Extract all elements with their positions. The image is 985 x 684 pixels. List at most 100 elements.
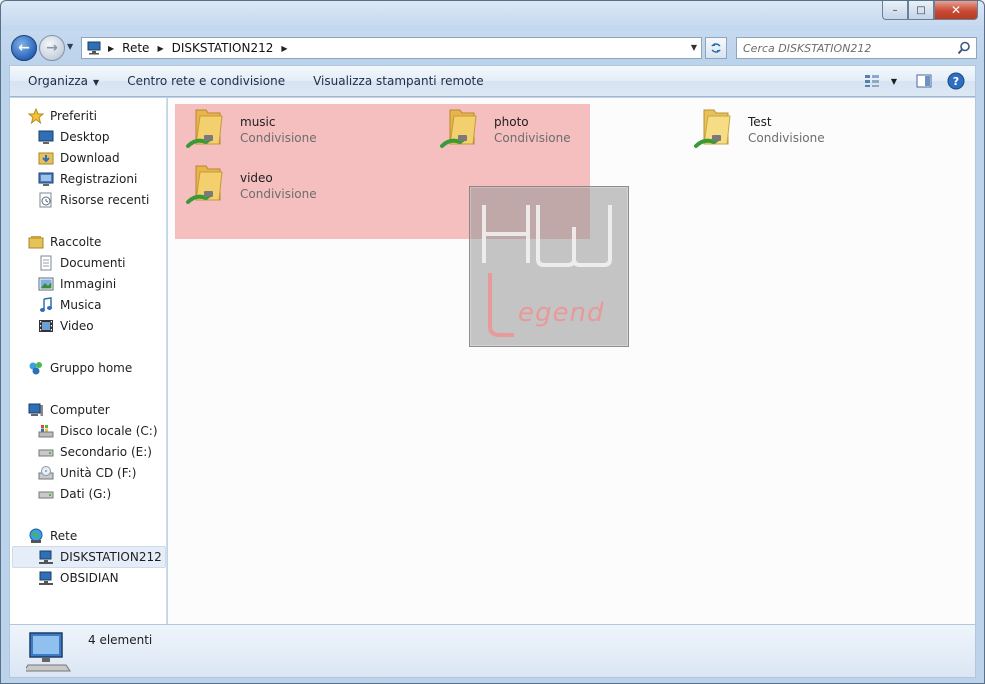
sidebar-item-label: Disco locale (C:) [60,424,158,438]
recent-places-icon [39,192,52,208]
share-item-video[interactable]: video Condivisione [186,160,317,208]
command-bar: Organizza ▼ Centro rete e condivisione Vi… [9,65,976,97]
sidebar-item-label: Unità CD (F:) [60,466,137,480]
sidebar-item-label: Desktop [60,130,110,144]
help-icon[interactable]: ? [947,72,965,90]
refresh-button[interactable] [705,37,727,59]
share-name: photo [494,115,529,129]
sidebar-item-label: Download [60,151,120,165]
item-count: 4 elementi [88,633,153,647]
view-options-chevron-down-icon[interactable]: ▼ [889,72,899,90]
svg-text:egend: egend [518,298,604,328]
sidebar-item-drive-g[interactable]: Dati (G:) [38,486,111,502]
network-computer-icon [39,571,53,585]
computer-icon [28,403,43,416]
share-item-test[interactable]: Test Condivisione [694,104,825,152]
breadcrumb-diskstation[interactable]: DISKSTATION212 [172,41,274,55]
sidebar-item-pictures[interactable]: Immagini [38,276,116,292]
forward-button[interactable]: → [39,35,65,61]
breadcrumb-separator-icon[interactable]: ▶ [108,44,114,53]
svg-text:?: ? [953,75,959,88]
network-computer-icon [39,550,53,564]
navigation-pane: Preferiti Desktop Download Registrazioni… [9,98,167,624]
breadcrumb-rete[interactable]: Rete [122,41,149,55]
sidebar-item-obsidian[interactable]: OBSIDIAN [38,570,119,586]
watermark-logo: egend [469,186,629,347]
sidebar-item-label: Video [60,319,94,333]
sidebar-header-label: Gruppo home [50,361,133,375]
sidebar-item-label: Risorse recenti [60,193,150,207]
back-button[interactable]: ← [11,35,37,61]
sidebar-item-diskstation212[interactable]: DISKSTATION212 [12,546,166,568]
sidebar-item-libraries[interactable]: Raccolte [28,234,101,250]
sidebar-item-drive-c[interactable]: Disco locale (C:) [38,423,158,439]
sidebar-item-drive-f[interactable]: Unità CD (F:) [38,465,136,481]
search-icon[interactable] [957,41,971,55]
share-name: music [240,115,276,129]
view-controls: ▼ ? [863,72,965,90]
share-type: Condivisione [494,131,571,145]
change-view-icon[interactable] [863,72,881,90]
pictures-icon [38,277,54,291]
hwlegend-logo-icon: egend [482,205,612,337]
search-box[interactable] [736,37,977,59]
title-bar[interactable]: – □ ✕ [1,1,984,31]
share-item-music[interactable]: music Condivisione [186,104,317,152]
recordings-icon [38,172,54,186]
navigation-row: ← → ▼ ▶ Rete ▶ DISKSTATION212 ▶ ▼ [1,32,984,62]
sidebar-item-computer[interactable]: Computer [28,402,110,418]
system-drive-icon [38,425,54,438]
network-center-button[interactable]: Centro rete e condivisione [113,74,299,88]
remote-printers-button[interactable]: Visualizza stampanti remote [299,74,498,88]
sidebar-item-recordings[interactable]: Registrazioni [38,171,137,187]
address-history-chevron-down-icon[interactable]: ▼ [691,43,697,52]
share-name: video [240,171,273,185]
explorer-window: – □ ✕ ← → ▼ ▶ Rete ▶ DISKSTATION212 ▶ ▼ [0,0,985,684]
sidebar-item-recent[interactable]: Risorse recenti [38,192,149,208]
sidebar-item-videos[interactable]: Video [38,318,94,334]
close-button[interactable]: ✕ [934,1,978,20]
minimize-button[interactable]: – [882,1,908,20]
network-globe-icon [29,528,43,543]
sidebar-item-label: Secondario (E:) [60,445,152,459]
desktop-icon [38,130,54,144]
share-name: Test [748,115,772,129]
music-note-icon [40,297,52,312]
sidebar-item-music[interactable]: Musica [38,297,102,313]
libraries-icon [28,236,44,249]
sidebar-item-documents[interactable]: Documenti [38,255,126,271]
breadcrumb-separator-icon[interactable]: ▶ [281,44,287,53]
shared-folder-icon [440,109,477,148]
homegroup-icon [29,362,42,375]
recent-pages-chevron-down-icon[interactable]: ▼ [67,42,73,51]
share-type: Condivisione [240,187,317,201]
sidebar-item-label: Documenti [60,256,126,270]
sidebar-item-download[interactable]: Download [38,150,120,166]
maximize-button[interactable]: □ [908,1,934,20]
sidebar-item-label: OBSIDIAN [60,571,119,585]
shared-folder-icon [694,109,731,148]
sidebar-item-label: Musica [60,298,102,312]
sidebar-item-drive-e[interactable]: Secondario (E:) [38,444,152,460]
breadcrumb-separator-icon[interactable]: ▶ [157,44,163,53]
sidebar-item-desktop[interactable]: Desktop [38,129,110,145]
address-bar[interactable]: ▶ Rete ▶ DISKSTATION212 ▶ ▼ [81,37,702,59]
status-bar: 4 elementi [9,624,976,678]
cd-drive-icon [38,466,54,480]
sidebar-item-homegroup[interactable]: Gruppo home [28,360,132,376]
preview-pane-icon[interactable] [915,72,933,90]
sidebar-header-label: Computer [50,403,110,417]
hard-drive-icon [38,449,54,457]
organize-menu-button[interactable]: Organizza ▼ [10,74,113,88]
chevron-down-icon: ▼ [93,78,100,87]
search-input[interactable] [743,41,953,55]
star-icon [28,108,44,124]
sidebar-item-label: Dati (G:) [60,487,112,501]
sidebar-item-label: Registrazioni [60,172,138,186]
sidebar-item-favorites[interactable]: Preferiti [28,108,97,124]
sidebar-item-label: DISKSTATION212 [60,550,162,564]
share-text: photo Condivisione [494,104,571,145]
share-item-photo[interactable]: photo Condivisione [440,104,571,152]
share-type: Condivisione [748,131,825,145]
sidebar-item-network[interactable]: Rete [28,528,77,544]
